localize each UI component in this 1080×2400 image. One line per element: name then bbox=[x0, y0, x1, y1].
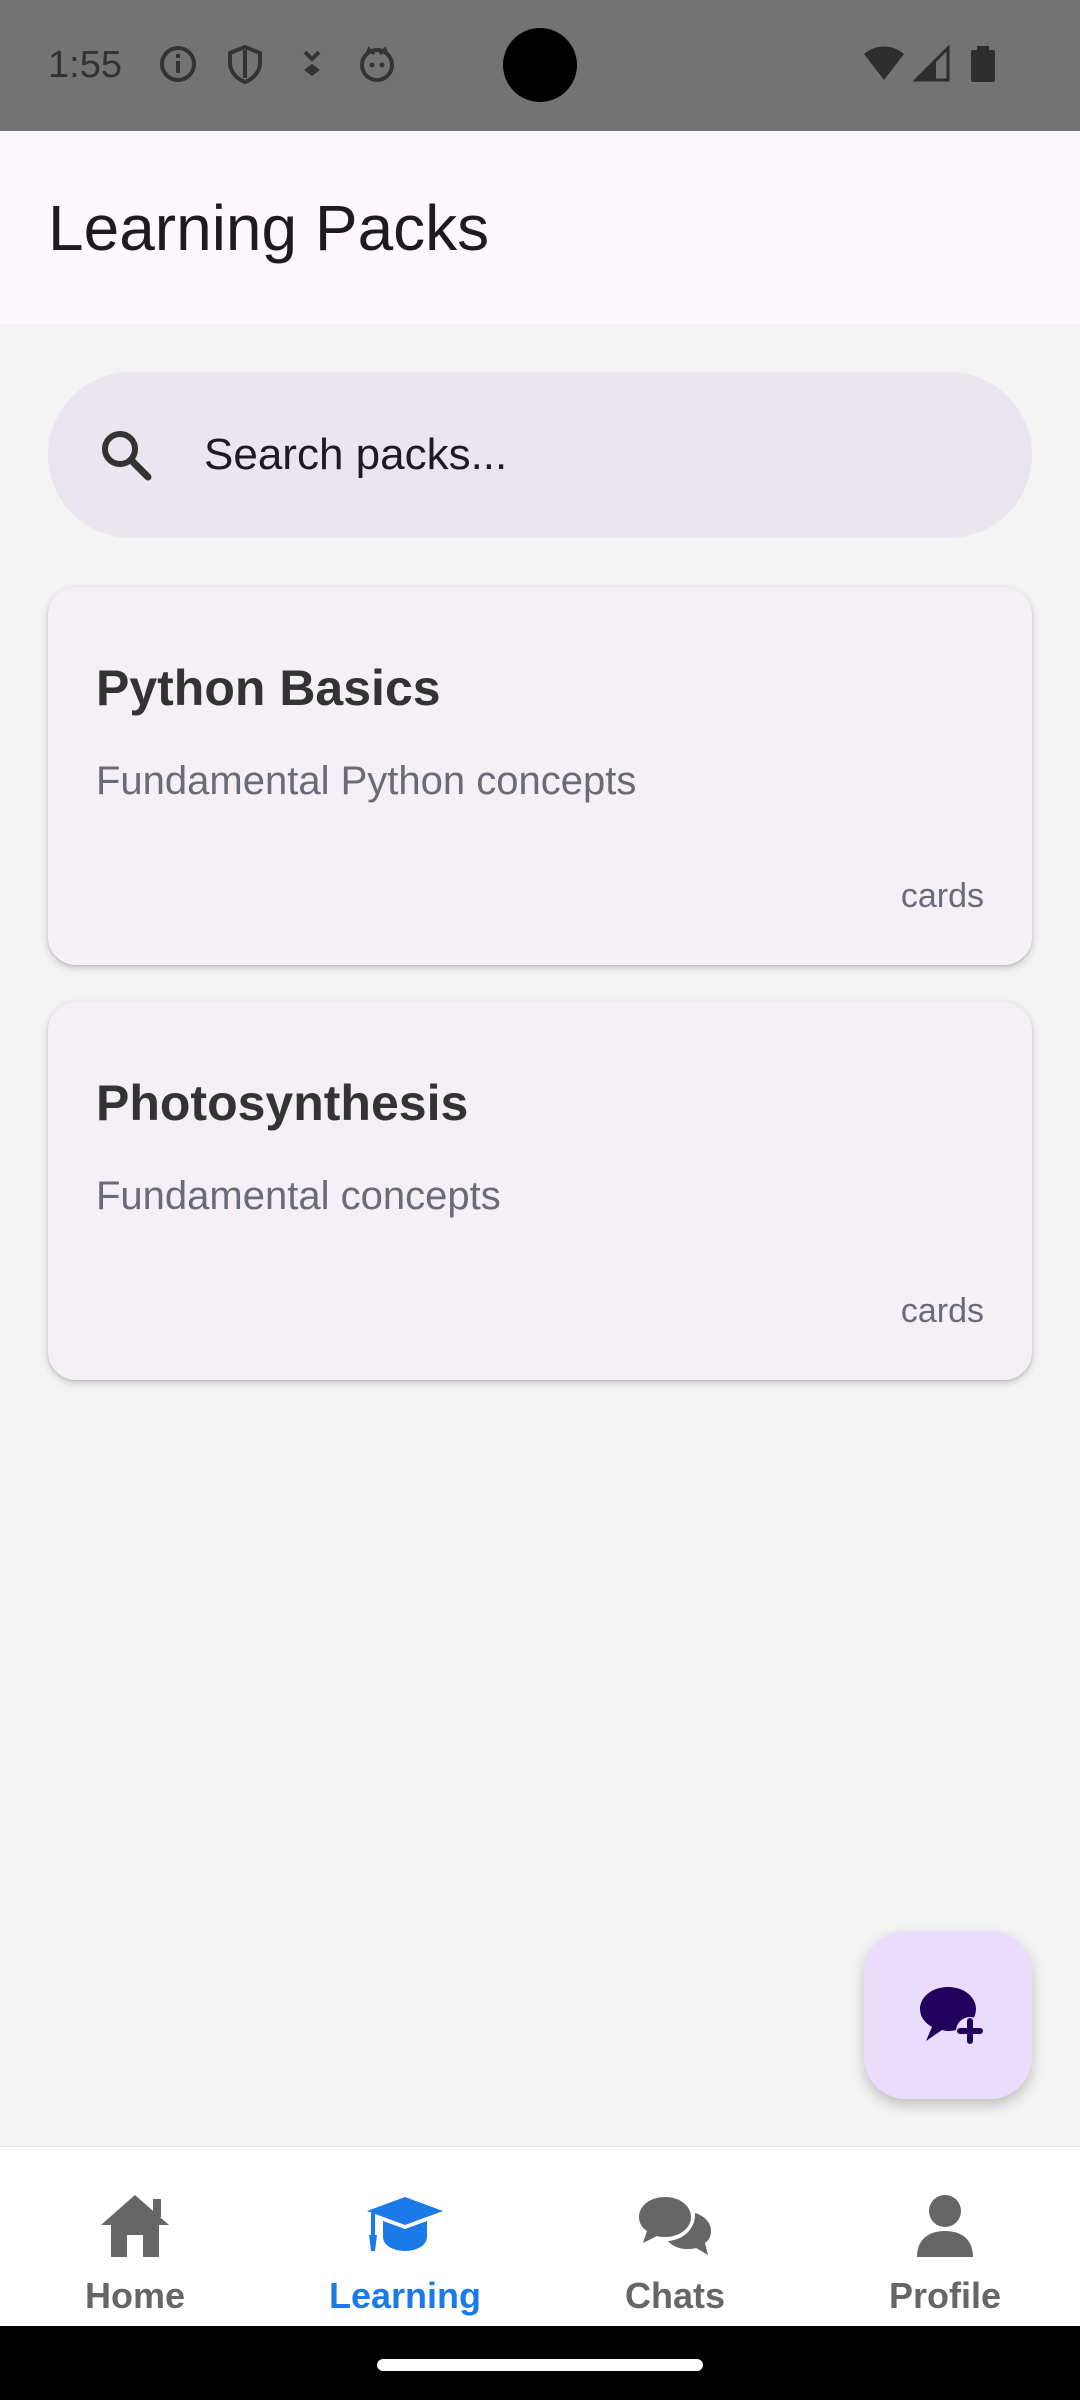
nav-item-chats[interactable]: Chats bbox=[540, 2147, 810, 2327]
signal-icon bbox=[912, 44, 950, 82]
pack-description: Fundamental concepts bbox=[96, 1174, 501, 1218]
battery-icon bbox=[971, 46, 995, 82]
pack-description: Fundamental Python concepts bbox=[96, 759, 637, 803]
person-icon bbox=[917, 2195, 973, 2257]
nav-label: Home bbox=[84, 2275, 186, 2316]
nav-label: Chats bbox=[624, 2275, 726, 2316]
info-icon bbox=[160, 46, 196, 82]
nav-item-profile[interactable]: Profile bbox=[810, 2147, 1080, 2327]
graduation-cap-icon bbox=[367, 2197, 443, 2251]
gesture-handle[interactable] bbox=[377, 2359, 703, 2371]
pack-card[interactable]: Photosynthesis Fundamental concepts card… bbox=[48, 1002, 1032, 1380]
search-input[interactable] bbox=[204, 410, 984, 500]
page-title: Learning Packs bbox=[48, 192, 490, 264]
search-icon bbox=[102, 431, 152, 481]
cat-icon bbox=[360, 46, 394, 82]
gesture-bar bbox=[0, 2326, 1080, 2400]
app-bar: Learning Packs bbox=[0, 131, 1080, 324]
nav-item-home[interactable]: Home bbox=[0, 2147, 270, 2327]
pack-title: Python Basics bbox=[96, 660, 441, 716]
home-icon bbox=[101, 2195, 169, 2257]
shield-icon bbox=[228, 44, 262, 84]
download-icon bbox=[303, 50, 321, 76]
wifi-icon bbox=[864, 46, 904, 80]
nav-label: Profile bbox=[888, 2275, 1002, 2316]
new-chat-icon bbox=[920, 1987, 984, 2045]
new-chat-button[interactable] bbox=[864, 1931, 1032, 2099]
screen: 1:55 Learning Packs Search packs... Pyth… bbox=[0, 0, 1080, 2400]
chat-bubbles-icon bbox=[639, 2197, 711, 2255]
nav-label: Learning bbox=[328, 2275, 481, 2316]
pack-card-count: cards bbox=[900, 1292, 984, 1330]
camera-cutout bbox=[503, 28, 577, 102]
pack-card-count: cards bbox=[900, 877, 984, 915]
nav-item-learning[interactable]: Learning bbox=[270, 2147, 540, 2327]
status-bar: 1:55 bbox=[0, 0, 1080, 131]
pack-card[interactable]: Python Basics Fundamental Python concept… bbox=[48, 587, 1032, 965]
search-bar[interactable] bbox=[48, 372, 1032, 538]
bottom-navigation: Home Learning Chats Profile bbox=[0, 2146, 1080, 2326]
status-time: 1:55 bbox=[48, 44, 122, 86]
pack-title: Photosynthesis bbox=[96, 1075, 469, 1131]
